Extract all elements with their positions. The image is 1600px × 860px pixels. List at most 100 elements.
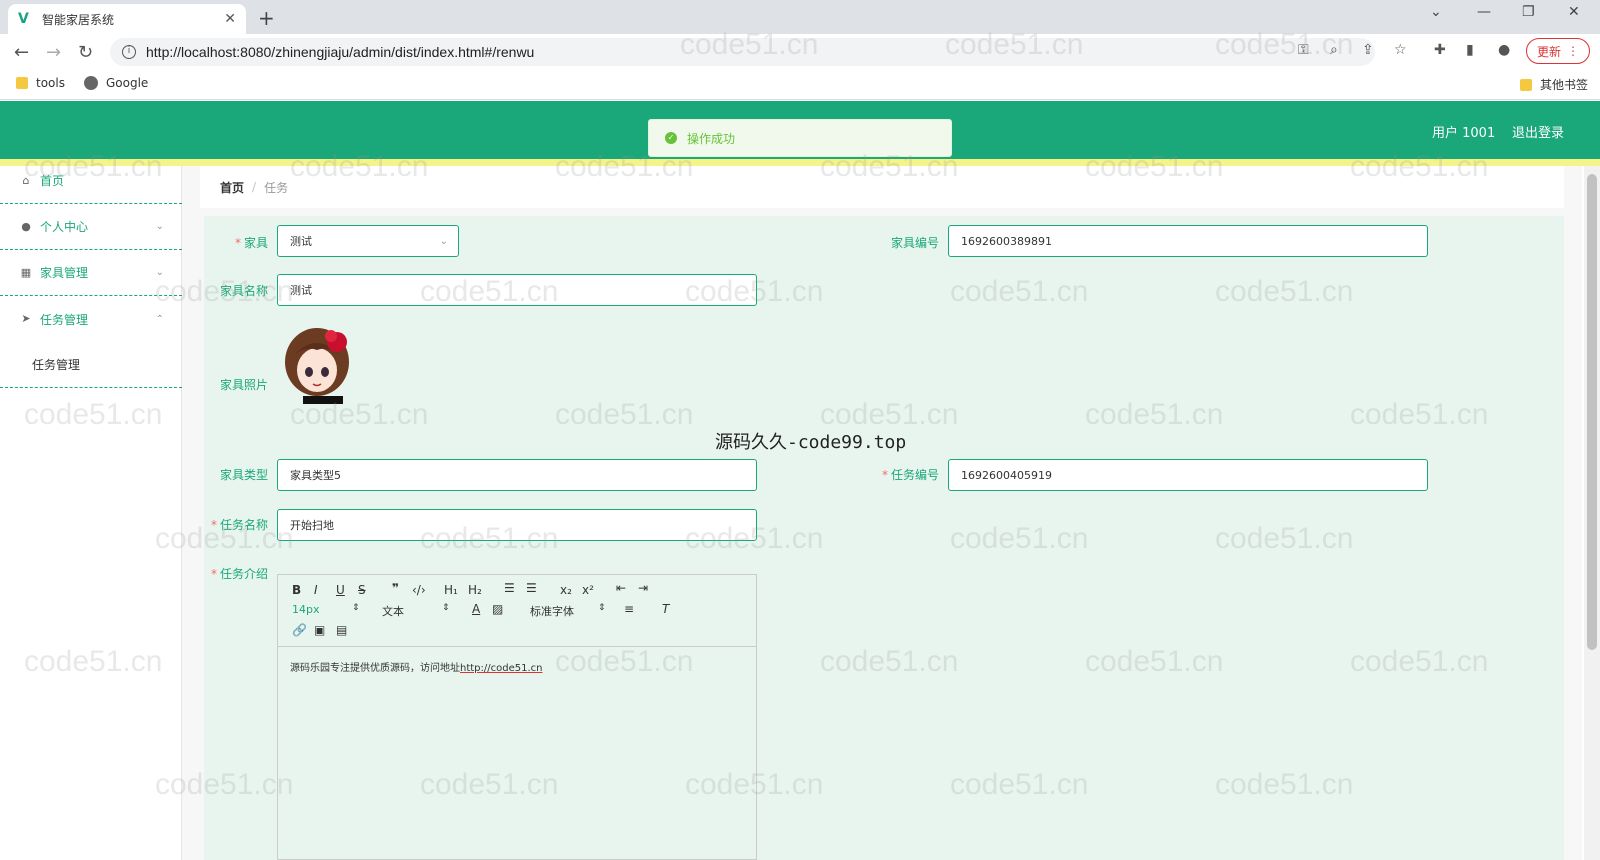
task-intro-label: * 任务介绍 bbox=[210, 567, 268, 581]
text-style-select[interactable]: 文本 bbox=[382, 603, 404, 619]
font-family-select[interactable]: 标准字体 bbox=[530, 603, 574, 619]
breadcrumb-current: 任务 bbox=[264, 180, 289, 195]
underline-icon[interactable]: U bbox=[336, 583, 345, 597]
furniture-name-label: 家具名称 bbox=[219, 284, 268, 298]
outdent-icon[interactable]: ⇤ bbox=[616, 581, 626, 595]
check-circle-icon: ✓ bbox=[665, 132, 677, 144]
subscript-icon[interactable]: x₂ bbox=[560, 583, 572, 597]
furniture-no-field[interactable]: 1692600389891 bbox=[948, 225, 1428, 257]
address-bar-row: ← → ↻ i http://localhost:8080/zhinengjia… bbox=[0, 34, 1600, 70]
editor-content-link[interactable]: http://code51.cn bbox=[460, 663, 543, 674]
zoom-icon[interactable]: ⌕ bbox=[1330, 42, 1338, 58]
extensions-icon[interactable]: ✚ bbox=[1434, 42, 1446, 58]
ordered-list-icon[interactable]: ☰ bbox=[504, 581, 515, 595]
furniture-select-value: 测试 bbox=[290, 235, 312, 248]
sidebar-item-profile[interactable]: ● 个人中心 ⌄ bbox=[0, 204, 182, 250]
tab-search-icon[interactable]: ⌄ bbox=[1430, 4, 1442, 20]
clear-format-icon[interactable]: T bbox=[662, 602, 669, 616]
forward-icon[interactable]: → bbox=[46, 42, 61, 63]
font-color-icon[interactable]: A bbox=[472, 602, 480, 616]
grid-icon: ▦ bbox=[20, 265, 32, 279]
strike-icon[interactable]: S bbox=[358, 583, 366, 597]
breadcrumb: 首页 / 任务 bbox=[200, 166, 1564, 208]
furniture-photo[interactable] bbox=[277, 324, 357, 404]
new-tab-button[interactable]: + bbox=[258, 6, 275, 30]
image-icon[interactable]: ▣ bbox=[314, 623, 325, 637]
toast-message: 操作成功 bbox=[687, 131, 736, 146]
superscript-icon[interactable]: x² bbox=[582, 583, 594, 597]
task-name-field[interactable]: 开始扫地 bbox=[277, 509, 757, 541]
bookmarks-bar: tools Google 其他书签 bbox=[0, 70, 1600, 100]
bookmark-label: Google bbox=[106, 76, 149, 90]
folder-icon bbox=[1520, 78, 1532, 91]
site-info-icon[interactable]: i bbox=[122, 45, 136, 59]
profile-icon[interactable]: ● bbox=[1498, 42, 1510, 58]
globe-icon bbox=[84, 76, 98, 90]
task-no-label: * 任务编号 bbox=[881, 468, 939, 482]
bookmark-label: tools bbox=[36, 76, 65, 90]
indent-icon[interactable]: ⇥ bbox=[638, 581, 648, 595]
updown-icon: ⇕ bbox=[352, 603, 360, 613]
furniture-name-field[interactable]: 测试 bbox=[277, 274, 757, 306]
minimize-icon[interactable]: — bbox=[1477, 4, 1491, 20]
reload-icon[interactable]: ↻ bbox=[78, 42, 93, 63]
blockquote-icon[interactable]: ❞ bbox=[392, 581, 399, 595]
star-icon[interactable]: ☆ bbox=[1394, 42, 1407, 58]
vue-logo-icon: V bbox=[18, 11, 29, 27]
italic-icon[interactable]: I bbox=[314, 583, 318, 597]
breadcrumb-home[interactable]: 首页 bbox=[220, 179, 244, 196]
back-icon[interactable]: ← bbox=[14, 42, 29, 63]
video-icon[interactable]: ▤ bbox=[336, 623, 347, 637]
rich-text-editor[interactable]: B I U S ❞ ‹/› H₁ H₂ ☰ ☰ x₂ x² ⇤ ⇥ 14px ⇕… bbox=[277, 574, 757, 860]
window-close-icon[interactable]: ✕ bbox=[1568, 4, 1580, 20]
background-color-icon[interactable]: ▨ bbox=[492, 602, 503, 616]
task-name-label: * 任务名称 bbox=[210, 518, 268, 532]
header1-icon[interactable]: H₁ bbox=[444, 583, 458, 597]
center-watermark: 源码久久-code99.top bbox=[715, 432, 907, 453]
align-icon[interactable]: ≡ bbox=[624, 602, 634, 616]
furniture-type-field[interactable]: 家具类型5 bbox=[277, 459, 757, 491]
key-icon[interactable]: ⚿ bbox=[1298, 42, 1309, 58]
bookmark-other[interactable]: 其他书签 bbox=[1520, 76, 1588, 93]
chevron-down-icon: ⌄ bbox=[155, 267, 164, 278]
breadcrumb-separator: / bbox=[252, 180, 257, 194]
header-accent-line bbox=[0, 159, 1600, 166]
logout-link[interactable]: 退出登录 bbox=[1512, 122, 1564, 141]
browser-tab[interactable]: V 智能家居系统 ✕ bbox=[8, 4, 246, 34]
font-size-select[interactable]: 14px bbox=[292, 603, 320, 616]
chevron-down-icon: ⌄ bbox=[155, 221, 164, 232]
send-icon: ➤ bbox=[21, 312, 31, 325]
sidebar-item-label: 家具管理 bbox=[40, 266, 89, 280]
url-field[interactable]: i http://localhost:8080/zhinengjiaju/adm… bbox=[110, 38, 1375, 66]
scrollbar-thumb[interactable] bbox=[1587, 174, 1597, 650]
bold-icon[interactable]: B bbox=[292, 583, 301, 597]
code-icon[interactable]: ‹/› bbox=[412, 583, 426, 597]
sidebar-item-furniture[interactable]: ▦ 家具管理 ⌄ bbox=[0, 250, 182, 296]
restore-icon[interactable]: ❐ bbox=[1522, 4, 1535, 20]
tab-close-icon[interactable]: ✕ bbox=[224, 11, 236, 27]
sidebar-item-home[interactable]: ⌂ 首页 bbox=[0, 158, 182, 204]
update-label: 更新 bbox=[1536, 44, 1561, 59]
update-button[interactable]: 更新 ⋮ bbox=[1526, 38, 1590, 64]
sidebar-item-label: 首页 bbox=[40, 174, 65, 188]
sidebar-subitem-label: 任务管理 bbox=[32, 358, 81, 372]
link-icon[interactable]: 🔗 bbox=[292, 623, 307, 637]
editor-content[interactable]: 源码乐园专注提供优质源码，访问地址http://code51.cn bbox=[278, 647, 756, 686]
sidebar-item-tasks[interactable]: ➤ 任务管理 ⌃ bbox=[0, 296, 182, 342]
tab-title: 智能家居系统 bbox=[42, 12, 115, 27]
editor-toolbar: B I U S ❞ ‹/› H₁ H₂ ☰ ☰ x₂ x² ⇤ ⇥ 14px ⇕… bbox=[278, 575, 756, 647]
share-icon[interactable]: ⇪ bbox=[1362, 42, 1374, 58]
bookmark-google[interactable]: Google bbox=[84, 76, 148, 90]
task-no-field[interactable]: 1692600405919 bbox=[948, 459, 1428, 491]
sidepanel-icon[interactable]: ▮ bbox=[1466, 42, 1474, 58]
header2-icon[interactable]: H₂ bbox=[468, 583, 482, 597]
bullet-list-icon[interactable]: ☰ bbox=[526, 581, 537, 595]
furniture-select[interactable]: 测试 ⌄ bbox=[277, 225, 459, 257]
bookmark-label: 其他书签 bbox=[1540, 78, 1589, 92]
bookmark-tools[interactable]: tools bbox=[16, 76, 65, 90]
folder-icon bbox=[16, 77, 28, 89]
menu-dots-icon: ⋮ bbox=[1567, 44, 1579, 58]
sidebar-subitem-task-manage[interactable]: 任务管理 bbox=[0, 342, 182, 388]
sidebar-item-label: 任务管理 bbox=[40, 312, 89, 327]
sidebar-item-label: 个人中心 bbox=[40, 220, 89, 234]
